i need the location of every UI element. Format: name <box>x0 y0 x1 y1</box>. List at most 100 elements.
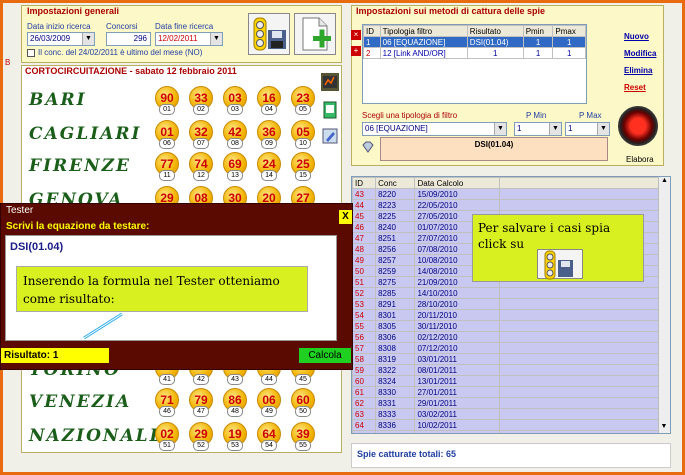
spie-status: Spie catturate totali: 65 <box>351 443 671 468</box>
equation-textarea[interactable]: DSI(01.04) Inserendo la formula nel Test… <box>5 235 337 341</box>
grid-cell-filler <box>499 298 660 310</box>
reset-link[interactable]: Reset <box>624 83 646 92</box>
row-tipo: 12 [Link AND/OR] <box>379 47 468 59</box>
col-risultato: Risultato <box>466 25 524 37</box>
end-date-field[interactable]: 12/02/2011 ▼ <box>155 32 223 46</box>
grid-cell: 62 <box>352 397 377 409</box>
equation-text: DSI(01.04) <box>10 241 64 253</box>
pmax-dropdown-icon[interactable]: ▼ <box>597 123 609 135</box>
grid-cell: 53 <box>352 298 377 310</box>
scroll-up-icon[interactable]: ▲ <box>659 177 670 187</box>
lotto-ball: 90 01 <box>155 86 179 116</box>
grid-cell: 8251 <box>375 232 416 244</box>
modify-link[interactable]: Modifica <box>624 49 656 58</box>
table-row[interactable]: 53 8291 28/10/2010 <box>352 298 660 310</box>
grid-cell-filler <box>499 397 660 409</box>
table-row[interactable]: 65833712/02/2011 <box>352 430 660 433</box>
grid-cell: 52 <box>352 287 377 299</box>
new-file-button[interactable] <box>294 13 336 55</box>
result-label: Risultato: 1 <box>1 348 109 363</box>
grid-cell: 46 <box>352 221 377 233</box>
table-row[interactable]: 56 8306 02/12/2010 <box>352 331 660 343</box>
ball-index: 05 <box>295 104 311 115</box>
lotto-ball: 23 05 <box>291 86 315 116</box>
note-save-icon <box>537 249 583 280</box>
tester-title: Tester <box>6 205 34 216</box>
delete-link[interactable]: Elimina <box>624 66 652 75</box>
filter-dropdown-icon[interactable]: ▼ <box>494 123 506 135</box>
add-row-icon[interactable]: + <box>351 46 361 56</box>
ball-index: 02 <box>193 104 209 115</box>
grid-cell: 65 <box>352 430 377 433</box>
grid-cell: 8301 <box>375 309 416 321</box>
pmin-dropdown-icon[interactable]: ▼ <box>549 123 561 135</box>
table-row[interactable]: 44 8223 22/05/2010 <box>352 199 660 211</box>
last-month-checkbox[interactable] <box>27 49 35 57</box>
row-pmin: 1 <box>522 47 554 59</box>
lotto-ball: 25 15 <box>291 152 315 182</box>
table-row[interactable]: 61 8330 27/01/2011 <box>352 386 660 398</box>
diamond-icon[interactable] <box>362 141 374 153</box>
elabora-button[interactable] <box>618 106 658 146</box>
grid-header: Conc <box>375 177 416 189</box>
grid-cell: 44 <box>352 199 377 211</box>
table-row[interactable]: 64 8336 10/02/2011 <box>352 419 660 431</box>
save-button[interactable] <box>248 13 290 55</box>
contacts-icon[interactable] <box>321 101 339 119</box>
table-row[interactable]: 59 8322 08/01/2011 <box>352 364 660 376</box>
contests-field[interactable]: 296 <box>106 32 151 46</box>
table-row[interactable]: 57 8308 07/12/2010 <box>352 342 660 354</box>
grid-cell: 08/01/2011 <box>414 364 500 376</box>
grid-cell: 50 <box>352 265 377 277</box>
scroll-down-icon[interactable]: ▼ <box>659 423 669 433</box>
grid-cell-filler <box>499 188 660 200</box>
ball-index: 47 <box>193 406 209 417</box>
pmin-select[interactable]: 1 ▼ <box>514 122 562 136</box>
table-row[interactable]: 43 8220 15/09/2010 <box>352 188 660 200</box>
table-row[interactable]: 63 8333 03/02/2011 <box>352 408 660 420</box>
calcola-button[interactable]: Calcola <box>299 348 351 363</box>
end-date-dropdown-icon[interactable]: ▼ <box>210 33 222 45</box>
grid-cell: 54 <box>352 309 377 321</box>
row-id: 2 <box>363 47 381 59</box>
table-row[interactable]: 62 8331 29/01/2011 <box>352 397 660 409</box>
ball-index: 09 <box>261 138 277 149</box>
pmax-select[interactable]: 1 ▼ <box>565 122 610 136</box>
tester-close-button[interactable]: X <box>339 210 352 224</box>
lotto-ball: 33 02 <box>189 86 213 116</box>
grid-cell: 8225 <box>375 210 416 222</box>
ball-index: 07 <box>193 138 209 149</box>
filter-select[interactable]: 06 [EQUAZIONE] ▼ <box>362 122 507 136</box>
formula-box[interactable]: DSI(01.04) <box>380 137 608 161</box>
table-row[interactable]: 60 8324 13/01/2011 <box>352 375 660 387</box>
ball-index: 08 <box>227 138 243 149</box>
start-date-label: Data inizio ricerca <box>27 22 91 31</box>
chart-tool-icon[interactable] <box>321 73 339 91</box>
delete-row-icon[interactable]: × <box>351 30 361 40</box>
start-date-field[interactable]: 26/03/2009 ▼ <box>27 32 95 46</box>
methods-table[interactable]: ID Tipologia filtro Risultato Pmin Pmax … <box>362 24 587 104</box>
table-row[interactable]: 58 8319 03/01/2011 <box>352 353 660 365</box>
ball-index: 11 <box>159 170 175 181</box>
grid-cell: 27/01/2011 <box>414 386 500 398</box>
col-id: ID <box>363 25 381 37</box>
table-row[interactable]: 54 8301 20/11/2010 <box>352 309 660 321</box>
grid-cell: 8322 <box>375 364 416 376</box>
table-row[interactable]: 2 12 [Link AND/OR] 1 1 1 <box>363 47 586 59</box>
ball-index: 13 <box>227 170 243 181</box>
lotto-ball: 24 14 <box>257 152 281 182</box>
table-row[interactable]: 52 8285 14/10/2010 <box>352 287 660 299</box>
side-mark: B <box>5 58 11 67</box>
grid-cell: 12/02/2011 <box>414 430 500 433</box>
ball-index: 45 <box>295 374 311 385</box>
table-row[interactable]: 1 06 [EQUAZIONE] DSI(01.04) 1 1 <box>363 36 586 48</box>
edit-icon[interactable] <box>321 127 339 145</box>
grid-scrollbar[interactable]: ▲ ▼ <box>658 177 670 433</box>
grid-cell: 57 <box>352 342 377 354</box>
lotto-ball: 29 52 <box>189 422 213 452</box>
start-date-dropdown-icon[interactable]: ▼ <box>82 33 94 45</box>
table-row[interactable]: 55 8305 30/11/2010 <box>352 320 660 332</box>
grid-cell-filler <box>499 364 660 376</box>
grid-cell-filler <box>499 199 660 211</box>
new-link[interactable]: Nuovo <box>624 32 649 41</box>
